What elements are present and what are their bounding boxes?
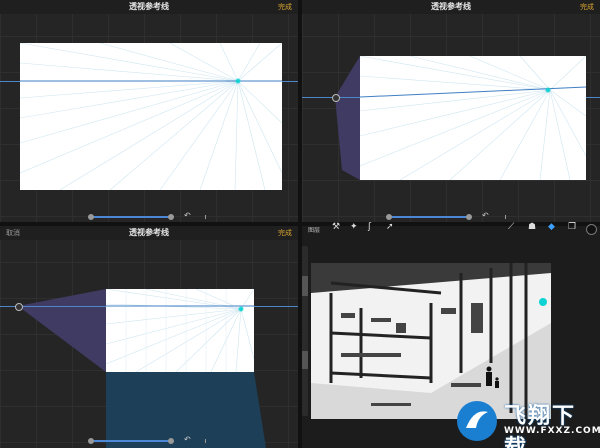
perspective-guides <box>105 288 255 373</box>
canvas[interactable] <box>19 42 283 191</box>
eraser-icon[interactable]: ◆ <box>548 222 555 232</box>
layers-icon[interactable]: ❐ <box>568 222 576 232</box>
logo-url: WWW.FXXZ.COM <box>504 426 600 436</box>
divider-icon <box>205 215 206 219</box>
color-swatch[interactable] <box>586 224 597 235</box>
logo-icon <box>457 401 497 441</box>
panel-title: 透视参考线 <box>129 2 169 11</box>
slider-knob-right[interactable] <box>168 438 174 444</box>
opacity-slider[interactable] <box>88 438 174 444</box>
watermark-logo: 飞翔下载 WWW.FXXZ.COM <box>454 398 600 448</box>
divider-icon <box>505 215 506 219</box>
perspective-handle[interactable] <box>15 303 23 311</box>
slider-knob-left[interactable] <box>386 214 392 220</box>
logo-brand: 飞翔下载 <box>504 404 577 448</box>
slider-knob-right[interactable] <box>466 214 472 220</box>
selection-icon[interactable]: ʃ <box>368 222 371 232</box>
undo-icon[interactable]: ↶ <box>184 211 191 220</box>
slider-knob-left[interactable] <box>88 214 94 220</box>
slider-knob-left[interactable] <box>88 438 94 444</box>
perspective-guides <box>19 42 283 191</box>
transform-icon[interactable]: ➚ <box>386 222 394 232</box>
wrench-icon[interactable]: ⚒ <box>332 222 340 232</box>
divider-icon <box>205 439 206 443</box>
panel-bottom-right: 飞翔下载 WWW.FXXZ.COM <box>302 226 600 448</box>
top-bar: 透视参考线 完成 <box>0 0 298 14</box>
layers-label[interactable]: 图层 <box>308 225 320 234</box>
undo-icon[interactable]: ↶ <box>184 435 191 444</box>
perspective-guides <box>359 55 587 181</box>
artwork-canvas[interactable] <box>311 263 551 419</box>
undo-icon[interactable]: ↶ <box>482 211 489 220</box>
canvas[interactable] <box>359 55 587 181</box>
panel-bottom-left: 取消 透视参考线 完成 ↶ <box>0 226 298 448</box>
vanishing-point[interactable] <box>545 87 551 93</box>
brush-sidebar[interactable] <box>302 246 308 416</box>
vanishing-point[interactable] <box>235 78 241 84</box>
perspective-handle[interactable] <box>332 94 340 102</box>
brush-icon[interactable]: ⟋ <box>508 222 514 232</box>
brush-size-slider[interactable] <box>302 276 308 296</box>
panel-top-right: 透视参考线 完成 ↶ <box>302 0 600 222</box>
done-button[interactable]: 完成 <box>278 2 292 12</box>
slider-knob-right[interactable] <box>168 214 174 220</box>
opacity-slider[interactable] <box>386 214 472 220</box>
smudge-icon[interactable]: ☗ <box>528 222 536 232</box>
opacity-slider[interactable] <box>88 214 174 220</box>
brush-opacity-slider[interactable] <box>302 351 308 369</box>
vanishing-point[interactable] <box>238 306 244 312</box>
canvas[interactable] <box>105 288 255 373</box>
magic-wand-icon[interactable]: ✦ <box>350 222 358 232</box>
sketch-artwork <box>311 263 551 419</box>
tool-bar: 图层 ⚒ ✦ ʃ ➚ ⟋ ☗ ◆ ❐ <box>302 222 600 236</box>
panel-top-left: 透视参考线 完成 ↶ <box>0 0 298 222</box>
